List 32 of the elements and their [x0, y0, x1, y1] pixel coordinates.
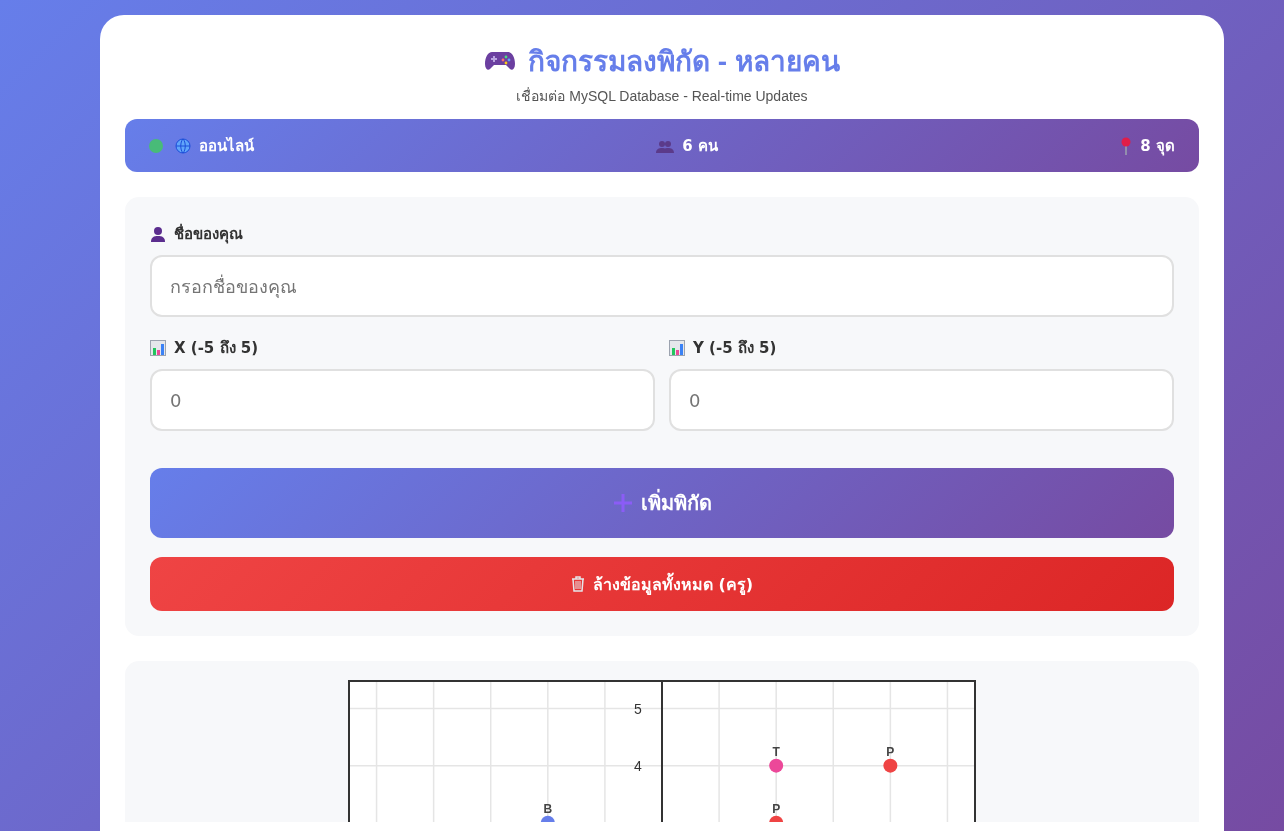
users-icon [656, 138, 675, 153]
gamepad-icon [484, 49, 517, 73]
y-label: Y (-5 ถึง 5) [693, 338, 777, 359]
y-tick-label: 5 [634, 700, 642, 717]
name-label: ชื่อของคุณ [174, 222, 243, 246]
name-input[interactable]: กรอกชื่อของคุณ [150, 255, 1174, 317]
y-tick-label: 4 [634, 757, 642, 774]
point-count: 8 จุด [1140, 135, 1175, 158]
x-label: X (-5 ถึง 5) [174, 338, 259, 359]
person-icon [150, 226, 166, 242]
page-subtitle: เชื่อมต่อ MySQL Database - Real-time Updates [516, 86, 808, 106]
trash-icon [570, 576, 585, 592]
clear-all-button[interactable]: ล้างข้อมูลทั้งหมด (ครู) [150, 557, 1174, 611]
add-point-button[interactable]: เพิ่มพิกัด [150, 468, 1174, 538]
y-input[interactable]: 0 [669, 369, 1174, 431]
point-label: T [772, 744, 780, 759]
point-label: B [543, 801, 553, 816]
pin-icon [1120, 136, 1133, 155]
page-title: กิจกรรมลงพิกัด - หลายคน [528, 45, 840, 79]
bar-chart-icon [669, 340, 685, 356]
x-input[interactable]: 0 [150, 369, 655, 431]
point-label: P [772, 801, 781, 816]
bar-chart-icon [150, 340, 166, 356]
data-point[interactable] [883, 758, 898, 773]
plus-icon [612, 493, 633, 513]
point-label: P [886, 744, 895, 759]
data-point[interactable] [769, 758, 784, 773]
globe-icon [175, 137, 191, 154]
data-point[interactable] [540, 815, 555, 822]
user-count: 6 คน [682, 135, 718, 157]
data-point[interactable] [769, 815, 784, 822]
connection-status: ออนไลน์ [199, 135, 254, 157]
